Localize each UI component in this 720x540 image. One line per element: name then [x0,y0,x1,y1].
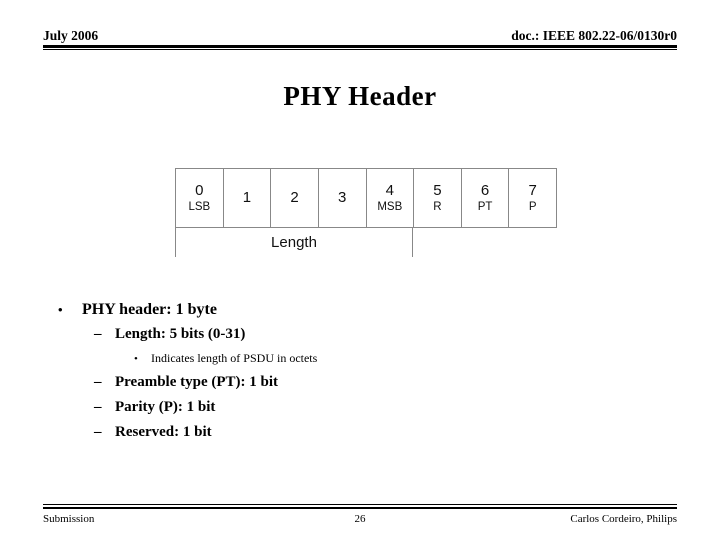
bullet-item-preamble-type: – Preamble type (PT): 1 bit [94,370,678,395]
bullet-text: Reserved: 1 bit [115,424,212,440]
bit-cell-1: 1 [224,169,272,227]
header-text-row: July 2006 doc.: IEEE 802.22-06/0130r0 [43,28,677,44]
slide-header: July 2006 doc.: IEEE 802.22-06/0130r0 [43,28,677,50]
phy-header-diagram: 0 LSB 1 2 3 4 MSB 5 R 6 PT 7 P Length [175,168,557,257]
bullet-text: Preamble type (PT): 1 bit [115,374,279,390]
bit-index-5: 5 [433,182,442,199]
bit-sublabel-5: R [433,201,442,213]
bit-row: 0 LSB 1 2 3 4 MSB 5 R 6 PT 7 P [175,168,557,228]
bullet-text: Length: 5 bits (0-31) [115,326,246,342]
bit-cell-2: 2 [271,169,319,227]
bit-cell-6: 6 PT [462,169,510,227]
bit-cell-4: 4 MSB [367,169,415,227]
bullet-item-phy-header: • PHY header: 1 byte [58,298,678,322]
dash-marker-icon: – [94,399,102,415]
length-span-row: Length [175,228,413,257]
bullet-marker-icon: • [58,302,63,317]
bullet-item-length: – Length: 5 bits (0-31) [94,322,678,347]
bit-cell-5: 5 R [414,169,462,227]
bit-index-4: 4 [385,182,394,199]
slide-footer: Submission 26 Carlos Cordeiro, Philips [43,504,677,527]
bit-index-2: 2 [290,189,299,206]
header-doc-reference: doc.: IEEE 802.22-06/0130r0 [511,28,677,43]
bullet-text: Indicates length of PSDU in octets [151,351,318,365]
page-title: PHY Header [283,81,437,111]
header-date: July 2006 [43,28,99,43]
bullet-item-reserved: – Reserved: 1 bit [94,420,678,445]
header-rule-thin [43,49,677,50]
bit-sublabel-0: LSB [188,201,211,213]
bit-cell-7: 7 P [509,169,556,227]
footer-rule-thin [43,504,677,505]
slide: July 2006 doc.: IEEE 802.22-06/0130r0 PH… [0,0,720,540]
bullet-text: PHY header: 1 byte [82,301,217,318]
dash-marker-icon: – [94,374,102,390]
dash-marker-icon: – [94,326,102,342]
bit-index-0: 0 [195,182,204,199]
length-span-label: Length [271,234,317,251]
footer-text-row: Submission 26 Carlos Cordeiro, Philips [43,511,677,527]
bit-index-3: 3 [338,189,347,206]
bit-sublabel-6: PT [477,201,493,213]
bullet-marker-icon: • [134,353,138,365]
header-rule-thick [43,45,677,48]
bullet-item-psdu-note: • Indicates length of PSDU in octets [134,347,678,370]
bit-index-7: 7 [528,182,537,199]
bit-index-1: 1 [242,189,252,206]
footer-rule-thick [43,506,677,509]
bit-index-6: 6 [480,182,490,199]
bullet-text: Parity (P): 1 bit [115,399,216,415]
dash-marker-icon: – [94,424,102,440]
bit-cell-3: 3 [319,169,367,227]
footer-author: Carlos Cordeiro, Philips [570,513,677,525]
bullet-list: • PHY header: 1 byte – Length: 5 bits (0… [58,298,678,445]
bit-sublabel-4: MSB [377,201,403,213]
bullet-item-parity: – Parity (P): 1 bit [94,395,678,420]
bit-sublabel-7: P [528,201,537,213]
bit-cell-0: 0 LSB [176,169,224,227]
